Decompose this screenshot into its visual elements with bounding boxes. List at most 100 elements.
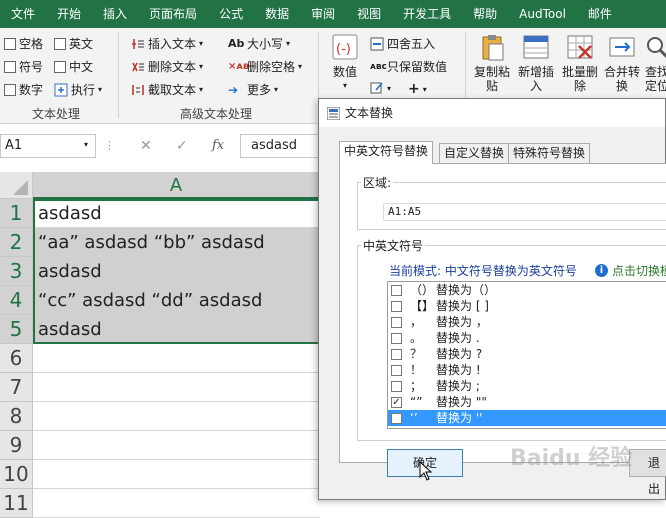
tab-custom-replace[interactable]: 自定义替换 [439, 143, 510, 163]
row-header[interactable]: 3 [0, 257, 33, 286]
checkbox-icon[interactable] [391, 380, 402, 392]
row-header[interactable]: 11 [0, 489, 33, 518]
menu-tab[interactable]: 邮件 [577, 0, 623, 28]
toggle-mode-link[interactable]: i 点击切换模式 [595, 262, 666, 279]
cell[interactable]: “cc” asdasd “dd” asdasd [33, 286, 320, 315]
row-header[interactable]: 9 [0, 431, 33, 460]
checkbox-icon[interactable] [4, 37, 16, 50]
option-english[interactable]: 英文 [54, 35, 93, 52]
case-button[interactable]: Ab 大小写 ▾ [228, 35, 290, 52]
row-header[interactable]: 6 [0, 344, 33, 373]
select-all-corner[interactable] [0, 172, 33, 199]
row-header[interactable]: 8 [0, 402, 33, 431]
extract-text-button[interactable]: 截取文本 ▾ [131, 81, 203, 98]
checkbox-icon[interactable] [391, 300, 402, 312]
symbol-list-item[interactable]: ！ 替换为 ! [388, 362, 666, 378]
execute-icon [54, 83, 68, 96]
row-header[interactable]: 10 [0, 460, 33, 489]
menu-tab[interactable]: 视图 [346, 0, 392, 28]
cell[interactable]: asdasd [33, 315, 320, 344]
tab-special-symbols[interactable]: 特殊符号替换 [508, 143, 591, 163]
symbol-list[interactable]: （） 替换为（） 【】 替换为 [ ]，替换为 ，。替换为 .？替换为 ?！替换为 !… [387, 281, 666, 429]
cell[interactable]: “aa” asdasd “bb” asdasd [33, 228, 320, 257]
check-icon[interactable]: ✓ [176, 138, 188, 154]
option-chinese[interactable]: 中文 [54, 58, 93, 75]
menu-tab[interactable]: 数据 [254, 0, 300, 28]
cell[interactable] [33, 373, 320, 402]
symbol-list-item[interactable]: ？ 替换为 ? [388, 346, 666, 362]
execute-button[interactable]: 执行 ▾ [54, 81, 102, 98]
menu-tab[interactable]: 页面布局 [138, 0, 208, 28]
cell[interactable] [33, 431, 320, 460]
cell[interactable] [33, 489, 320, 518]
symbol-text: ‘’ [410, 411, 418, 425]
exit-button[interactable]: 退出 [629, 449, 666, 496]
add-button[interactable]: + ▾ [408, 81, 427, 97]
symbol-list-item[interactable]: 【】 替换为 [ ] [388, 298, 666, 314]
row-header[interactable]: 1 [0, 199, 33, 228]
group-label-advanced: 高级文本处理 [180, 107, 253, 121]
symbol-list-item[interactable]: ‘’ 替换为 '' [388, 410, 666, 426]
row-header[interactable]: 2 [0, 228, 33, 257]
arrow-right-icon: ➔ [228, 82, 239, 97]
fx-icon[interactable]: fx [212, 138, 224, 153]
menu-tab[interactable]: 公式 [208, 0, 254, 28]
checkbox-icon[interactable] [54, 60, 66, 73]
copy-paste-button[interactable]: 复制粘 贴 [474, 32, 510, 93]
checkbox-icon[interactable] [391, 316, 402, 328]
cell[interactable] [33, 402, 320, 431]
option-number[interactable]: 数字 [4, 81, 43, 98]
symbol-list-item[interactable]: ， 替换为 ， [388, 314, 666, 330]
column-header-a[interactable]: A [33, 172, 320, 199]
checkbox-icon[interactable] [391, 284, 402, 296]
round-button[interactable]: 四舍五入 [370, 35, 435, 52]
batch-delete-button[interactable]: 批量删 除 [562, 32, 598, 93]
checkbox-icon[interactable] [391, 412, 402, 424]
insert-new-button[interactable]: 新增插 入 [518, 32, 554, 93]
checkbox-icon[interactable] [54, 37, 66, 50]
merge-convert-button[interactable]: 合并转 换 [604, 32, 640, 93]
option-symbol[interactable]: 符号 [4, 58, 43, 75]
checkbox-icon[interactable] [391, 348, 402, 360]
row-header[interactable]: 5 [0, 315, 33, 344]
symbols-label: 中英文符号 [361, 237, 426, 254]
menu-tab[interactable]: 帮助 [462, 0, 508, 28]
symbol-list-item[interactable]: ； 替换为 ; [388, 378, 666, 394]
more-button[interactable]: ➔ 更多 ▾ [228, 81, 278, 98]
keep-number-button[interactable]: ᴀʙᴄ 只保留数值 [370, 58, 447, 75]
menu-tab[interactable]: 开发工具 [392, 0, 462, 28]
insert-text-button[interactable]: 插入文本 ▾ [131, 35, 203, 52]
checkbox-icon[interactable] [391, 364, 402, 376]
chevron-down-icon[interactable]: ▾ [84, 140, 88, 149]
cell[interactable] [33, 460, 320, 489]
cell[interactable]: asdasd [33, 199, 320, 228]
cancel-icon[interactable]: ✕ [140, 138, 152, 154]
edit-button[interactable]: ▾ [370, 81, 391, 95]
option-space[interactable]: 空格 [4, 35, 43, 52]
case-icon: Ab [228, 37, 245, 50]
checkbox-icon[interactable] [4, 60, 16, 73]
remove-space-button[interactable]: ×ᴀʙ 删除空格 ▾ [228, 58, 302, 75]
symbol-list-item[interactable]: ✓ “” 替换为 "" [388, 394, 666, 410]
delete-text-button[interactable]: 删除文本 ▾ [131, 58, 203, 75]
menu-tab[interactable]: 开始 [46, 0, 92, 28]
row-header[interactable]: 7 [0, 373, 33, 402]
checkbox-icon[interactable] [391, 332, 402, 344]
tab-cn-en-symbols[interactable]: 中英文符号替换 [339, 141, 434, 164]
menu-tab[interactable]: 审阅 [300, 0, 346, 28]
formula-input[interactable]: asdasd [240, 134, 322, 158]
row-header[interactable]: 4 [0, 286, 33, 315]
cell[interactable] [33, 344, 320, 373]
find-locate-button[interactable]: 查找 定位 [642, 32, 666, 93]
checkbox-checked-icon[interactable]: ✓ [391, 396, 402, 408]
menu-tab[interactable]: 插入 [92, 0, 138, 28]
menu-tab[interactable]: 文件 [0, 0, 46, 28]
name-box[interactable]: A1 [0, 134, 96, 158]
range-input[interactable]: A1:A5 [383, 203, 666, 221]
cell[interactable]: asdasd [33, 257, 320, 286]
symbol-list-item[interactable]: 。替换为 . [388, 330, 666, 346]
checkbox-icon[interactable] [4, 83, 16, 96]
number-button[interactable]: (-) 数值 ▾ [330, 32, 360, 93]
symbol-list-item[interactable]: （） 替换为（） [388, 282, 666, 298]
menu-tab[interactable]: AudTool [508, 0, 577, 28]
